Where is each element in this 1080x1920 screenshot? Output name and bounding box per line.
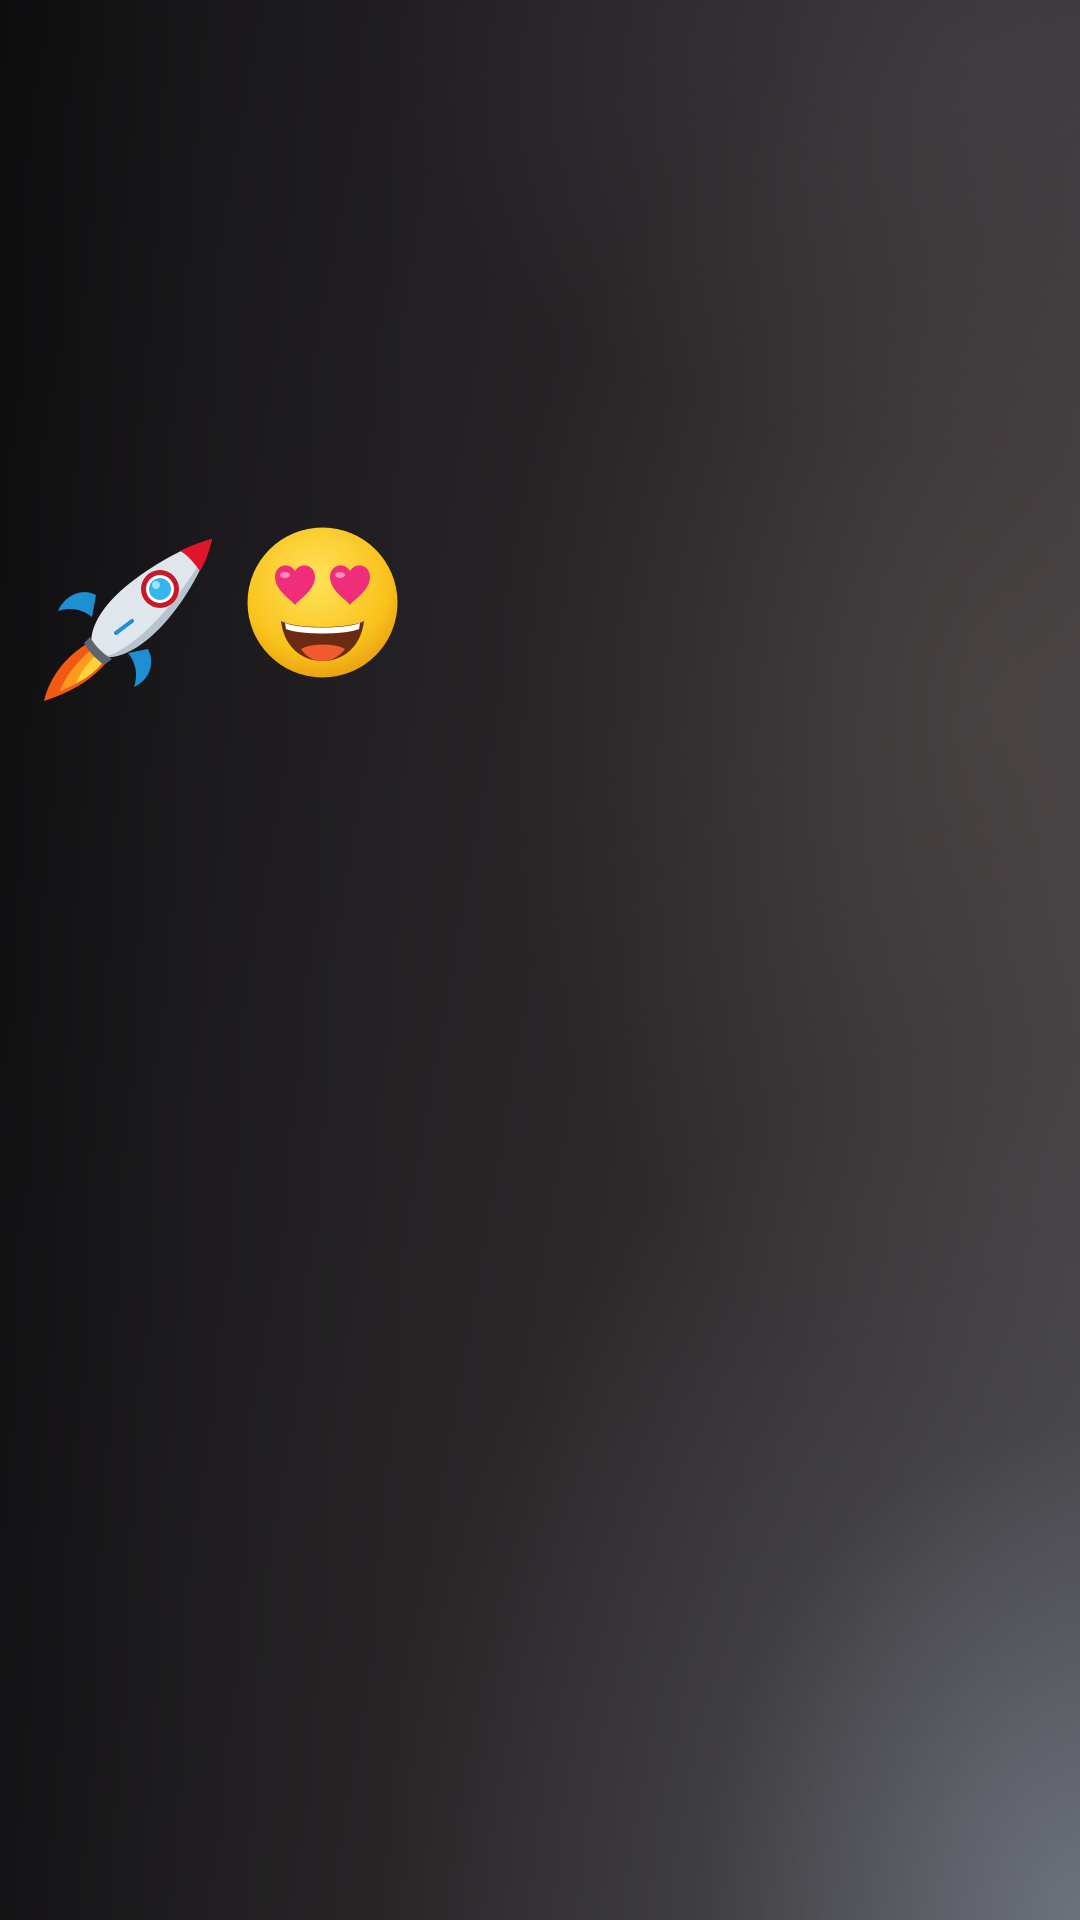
background-vignette — [0, 0, 1080, 1920]
heart-eyes-face-icon[interactable] — [245, 525, 400, 680]
rocket-icon[interactable] — [40, 525, 220, 705]
